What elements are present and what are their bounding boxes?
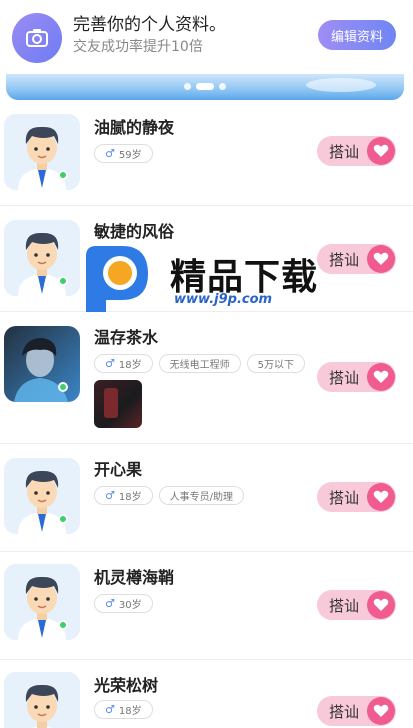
avatar[interactable]: [4, 114, 80, 190]
avatar[interactable]: [4, 672, 80, 728]
tag-label: 5万以下: [257, 360, 294, 371]
greet-button[interactable]: 搭讪: [317, 482, 396, 512]
male-icon: ♂: [105, 357, 115, 370]
greet-label: 搭讪: [329, 142, 360, 161]
avatar[interactable]: [4, 220, 80, 296]
username: 机灵樽海鞘: [94, 568, 175, 587]
tag-label: 30岁: [118, 600, 142, 611]
tag-label: 18岁: [118, 360, 142, 371]
age-tag: ♂ 18岁: [94, 700, 153, 719]
carousel-dot[interactable]: [184, 83, 191, 90]
avatar[interactable]: [4, 458, 80, 534]
greet-label: 搭讪: [329, 368, 360, 387]
profile-tag: 5万以下: [246, 354, 305, 373]
male-icon: ♂: [105, 147, 115, 160]
heart-icon: [367, 137, 395, 165]
online-status-dot: [58, 276, 68, 286]
profile-tags: ♂ 18岁: [94, 700, 153, 719]
username: 敏捷的风俗: [94, 222, 175, 241]
greet-button[interactable]: 搭讪: [317, 244, 396, 274]
online-status-dot: [58, 170, 68, 180]
tag-label: 人事专员/助理: [169, 492, 233, 503]
user-row[interactable]: 油腻的静夜 ♂ 59岁 搭讪: [0, 102, 413, 206]
user-row[interactable]: 机灵樽海鞘 ♂ 30岁 搭讪: [0, 552, 413, 660]
user-row[interactable]: 光荣松树 ♂ 18岁 搭讪: [0, 660, 413, 728]
tag-label: 18岁: [118, 492, 142, 503]
username: 油腻的静夜: [94, 118, 175, 137]
greet-label: 搭讪: [329, 250, 360, 269]
tag-label: 18岁: [118, 706, 142, 717]
avatar[interactable]: [4, 564, 80, 640]
profile-tags: ♂ 18岁 人事专员/助理: [94, 486, 244, 505]
male-icon: ♂: [105, 703, 115, 716]
age-tag: ♂ 18岁: [94, 486, 153, 505]
profile-completion-banner: 完善你的个人资料。 交友成功率提升10倍 编辑资料: [0, 0, 413, 70]
profile-tags: ♂ 59岁: [94, 144, 153, 163]
carousel-dot-active[interactable]: [196, 83, 214, 90]
profile-tags: ♂ 18岁 无线电工程师 5万以下: [94, 354, 305, 373]
tag-label: 59岁: [118, 150, 142, 161]
greet-label: 搭讪: [329, 702, 360, 721]
greet-button[interactable]: 搭讪: [317, 136, 396, 166]
online-status-dot: [58, 382, 68, 392]
banner-subtitle: 交友成功率提升10倍: [73, 39, 203, 55]
age-tag: ♂ 18岁: [94, 354, 153, 373]
tag-label: 无线电工程师: [169, 360, 230, 371]
edit-profile-button[interactable]: 编辑资料: [318, 20, 396, 50]
male-icon: ♂: [105, 489, 115, 502]
username: 开心果: [94, 460, 143, 479]
heart-icon: [367, 483, 395, 511]
username: 温存茶水: [94, 328, 159, 347]
online-status-dot: [58, 620, 68, 630]
user-row[interactable]: 温存茶水 ♂ 18岁 无线电工程师 5万以下搭讪: [0, 312, 413, 444]
heart-icon: [367, 363, 395, 391]
online-status-dot: [58, 514, 68, 524]
camera-icon[interactable]: [12, 13, 62, 63]
avatar[interactable]: [4, 326, 80, 402]
profile-tag: 人事专员/助理: [158, 486, 244, 505]
greet-label: 搭讪: [329, 596, 360, 615]
greet-button[interactable]: 搭讪: [317, 362, 396, 392]
carousel-banner[interactable]: [6, 74, 404, 100]
heart-icon: [367, 245, 395, 273]
greet-button[interactable]: 搭讪: [317, 590, 396, 620]
carousel-indicator: [6, 83, 404, 90]
age-tag: ♂ 30岁: [94, 594, 153, 613]
heart-icon: [367, 591, 395, 619]
heart-icon: [367, 697, 395, 725]
male-icon: ♂: [105, 597, 115, 610]
profile-tags: ♂ 30岁: [94, 594, 153, 613]
user-row[interactable]: 敏捷的风俗搭讪: [0, 206, 413, 312]
profile-tag: 无线电工程师: [158, 354, 241, 373]
username: 光荣松树: [94, 676, 159, 695]
carousel-dot[interactable]: [219, 83, 226, 90]
greet-button[interactable]: 搭讪: [317, 696, 396, 726]
photo-thumbnail[interactable]: [94, 380, 142, 428]
greet-label: 搭讪: [329, 488, 360, 507]
user-row[interactable]: 开心果 ♂ 18岁 人事专员/助理 搭讪: [0, 444, 413, 552]
age-tag: ♂ 59岁: [94, 144, 153, 163]
banner-title: 完善你的个人资料。: [73, 15, 226, 35]
